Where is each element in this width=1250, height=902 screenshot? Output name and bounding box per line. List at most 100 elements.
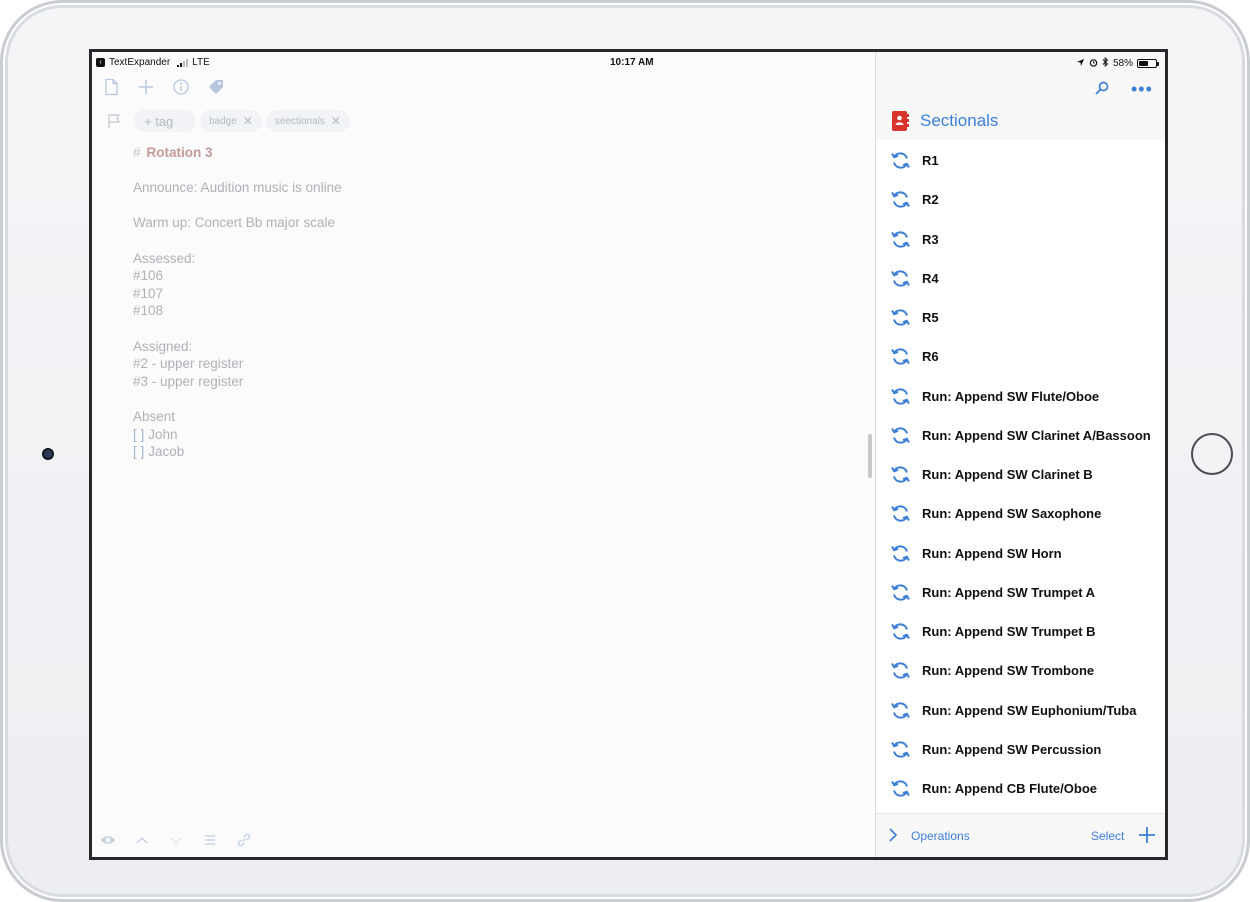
add-tag-button[interactable]: + tag: [134, 110, 196, 132]
run-action-icon: [890, 346, 911, 367]
new-document-icon[interactable]: [102, 78, 120, 96]
action-row[interactable]: Run: Append SW Clarinet A/Bassoon: [876, 416, 1165, 455]
signal-bars-icon: [177, 58, 189, 67]
home-button[interactable]: [1191, 433, 1233, 475]
absent-name: John: [148, 426, 178, 442]
action-row[interactable]: Run: Append CB Flute/Oboe: [876, 769, 1165, 808]
link-icon[interactable]: [236, 832, 252, 853]
tag-chip-label: seectionals: [274, 115, 325, 127]
run-action-icon: [890, 503, 911, 524]
split-view-divider-handle[interactable]: [868, 434, 872, 478]
assigned-item: #3 - upper register: [133, 373, 244, 389]
back-to-app-label[interactable]: TextExpander: [109, 57, 170, 68]
remove-tag-icon[interactable]: ✕: [243, 114, 253, 128]
assigned-label: Assigned:: [133, 338, 193, 354]
run-action-icon: [890, 582, 911, 603]
action-group-title: Sectionals: [920, 111, 999, 130]
operations-button[interactable]: Operations: [911, 829, 970, 843]
carrier-label: LTE: [192, 57, 210, 68]
action-group-icon: [890, 110, 910, 132]
status-bar: ‹ TextExpander LTE 10:17 AM 58%: [92, 52, 1165, 72]
run-action-icon: [890, 464, 911, 485]
battery-icon: [1137, 59, 1159, 68]
assessed-item: #106: [133, 268, 164, 284]
action-label: Run: Append SW Euphonium/Tuba: [922, 702, 1137, 718]
run-action-icon: [890, 543, 911, 564]
action-label: Run: Append SW Flute/Oboe: [922, 388, 1100, 404]
action-row[interactable]: R1: [876, 141, 1165, 180]
action-group-header[interactable]: Sectionals: [890, 110, 998, 132]
tag-icon[interactable]: [207, 78, 225, 96]
screen: ‹ TextExpander LTE 10:17 AM 58% + tag ba…: [89, 49, 1168, 860]
action-label: R2: [922, 192, 939, 208]
chevron-right-icon[interactable]: [888, 828, 898, 842]
eye-icon[interactable]: [100, 832, 116, 853]
action-row[interactable]: Run: Append SW Clarinet B: [876, 455, 1165, 494]
actions-panel: ••• Sectionals R1 R2 R3 R4 R5 R6 Run: Append S…: [875, 52, 1165, 857]
remove-tag-icon[interactable]: ✕: [331, 114, 341, 128]
editor-bottom-toolbar: [100, 832, 252, 853]
chevron-up-icon[interactable]: [134, 832, 150, 853]
plus-icon[interactable]: [137, 78, 155, 96]
tag-chip-badge[interactable]: badge ✕: [200, 110, 262, 132]
tag-chip-seectionals[interactable]: seectionals ✕: [265, 110, 350, 132]
back-arrow-icon[interactable]: ‹: [96, 58, 105, 67]
run-action-icon: [890, 150, 911, 171]
action-row[interactable]: R4: [876, 259, 1165, 298]
flag-icon[interactable]: [106, 113, 122, 129]
action-row[interactable]: Run: Append SW Trombone: [876, 651, 1165, 690]
absent-item: [ ] Jacob: [133, 443, 833, 461]
list-icon[interactable]: [202, 832, 218, 853]
run-action-icon: [890, 268, 911, 289]
run-action-icon: [890, 386, 911, 407]
info-icon[interactable]: [172, 78, 190, 96]
action-row[interactable]: Run: Append SW Trumpet A: [876, 573, 1165, 612]
action-label: Run: Append SW Clarinet B: [922, 467, 1093, 483]
action-label: Run: Append SW Trumpet A: [922, 584, 1096, 600]
action-row[interactable]: Run: Append SW Percussion: [876, 730, 1165, 769]
tag-chip-label: badge: [209, 115, 237, 127]
absent-label: Absent: [133, 408, 176, 424]
tag-row: + tag badge ✕ seectionals ✕: [106, 110, 350, 132]
action-row[interactable]: Run: Append SW Horn: [876, 534, 1165, 573]
document-text[interactable]: # Rotation 3 Announce: Audition music is …: [133, 144, 833, 461]
select-button[interactable]: Select: [1091, 829, 1124, 843]
action-row[interactable]: Run: Append SW Flute/Oboe: [876, 377, 1165, 416]
action-label: R1: [922, 153, 939, 169]
action-row[interactable]: R5: [876, 298, 1165, 337]
status-time: 10:17 AM: [610, 57, 654, 68]
heading-marker: #: [133, 145, 141, 160]
task-checkbox[interactable]: [ ]: [133, 427, 144, 442]
run-action-icon: [890, 189, 911, 210]
action-row[interactable]: R6: [876, 337, 1165, 376]
run-action-icon: [890, 660, 911, 681]
assigned-item: #2 - upper register: [133, 356, 244, 372]
run-action-icon: [890, 621, 911, 642]
assessed-label: Assessed:: [133, 250, 196, 266]
chevron-down-icon[interactable]: [168, 832, 184, 853]
heading-text: Rotation 3: [146, 145, 213, 160]
front-camera: [42, 448, 54, 460]
bluetooth-icon: [1102, 56, 1109, 70]
search-icon[interactable]: [1094, 80, 1110, 96]
action-row[interactable]: R2: [876, 180, 1165, 219]
action-row[interactable]: Run: Append SW Euphonium/Tuba: [876, 691, 1165, 730]
task-checkbox[interactable]: [ ]: [133, 444, 144, 459]
more-options-icon[interactable]: •••: [1131, 80, 1153, 98]
action-row[interactable]: Run: Append SW Saxophone: [876, 494, 1165, 533]
action-row[interactable]: R3: [876, 220, 1165, 259]
add-action-icon[interactable]: [1138, 826, 1156, 844]
run-action-icon: [890, 229, 911, 250]
announce-line: Announce: Audition music is online: [133, 180, 342, 196]
action-label: Run: Append SW Trumpet B: [922, 624, 1096, 640]
absent-name: Jacob: [148, 444, 185, 460]
assessed-item: #108: [133, 303, 164, 319]
run-action-icon: [890, 307, 911, 328]
action-label: Run: Append SW Clarinet A/Bassoon: [922, 427, 1151, 443]
action-row[interactable]: Run: Append SW Trumpet B: [876, 612, 1165, 651]
panel-footer: Operations Select: [876, 813, 1165, 857]
action-label: Run: Append SW Saxophone: [922, 506, 1102, 522]
action-label: R6: [922, 349, 939, 365]
status-left: ‹ TextExpander LTE: [96, 57, 210, 68]
warmup-line: Warm up: Concert Bb major scale: [133, 215, 336, 231]
